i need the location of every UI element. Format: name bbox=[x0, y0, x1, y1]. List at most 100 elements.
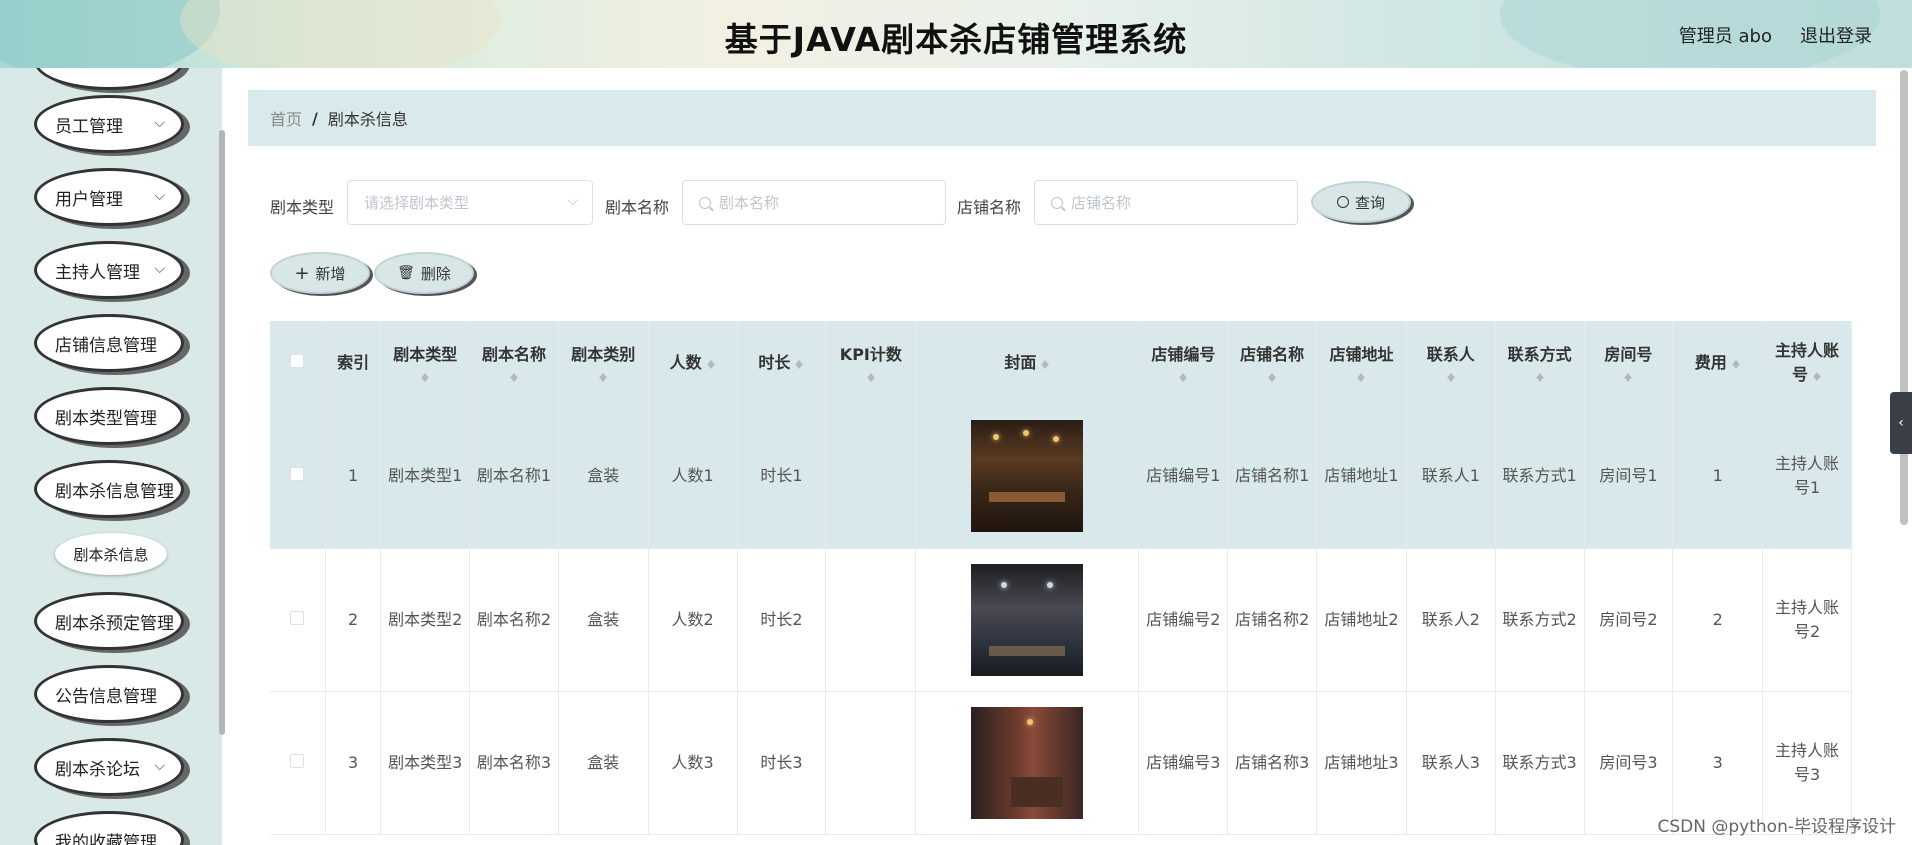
sidebar-item-label: 员工管理 bbox=[55, 116, 123, 137]
sidebar-item-favorites[interactable]: 我的收藏管理 bbox=[34, 811, 184, 845]
query-button[interactable]: 查询 bbox=[1311, 181, 1411, 223]
cell-contact: 联系人3 bbox=[1406, 691, 1496, 834]
sidebar-item-scripts[interactable]: 剧本杀信息管理 bbox=[34, 460, 184, 518]
query-button-label: 查询 bbox=[1354, 193, 1385, 212]
select-all-cell bbox=[270, 321, 326, 405]
cell-shop-name: 店铺名称1 bbox=[1227, 405, 1318, 548]
lamp-decoration bbox=[1047, 581, 1054, 588]
sort-icon[interactable] bbox=[1040, 356, 1050, 370]
sidebar-subitem-script-info[interactable]: 剧本杀信息 bbox=[55, 533, 167, 575]
col-duration[interactable]: 时长 bbox=[737, 321, 827, 405]
cell-index: 3 bbox=[325, 691, 382, 834]
script-name-input[interactable]: 剧本名称 bbox=[682, 180, 946, 225]
cell-contact: 联系人1 bbox=[1406, 405, 1496, 548]
col-host[interactable]: 主持人账号 bbox=[1762, 321, 1852, 405]
sort-icon[interactable] bbox=[598, 369, 608, 383]
sidebar-item-label: 剧本杀信息管理 bbox=[55, 481, 174, 502]
chevron-left-icon: ‹ bbox=[1898, 415, 1904, 431]
cover-image[interactable] bbox=[971, 563, 1084, 676]
cell-people: 人数1 bbox=[648, 405, 738, 548]
chevron-down-icon: ⌵ bbox=[154, 115, 165, 131]
lamp-decoration bbox=[1053, 436, 1060, 443]
sort-icon[interactable] bbox=[420, 369, 430, 383]
sort-icon[interactable] bbox=[1356, 369, 1366, 383]
sidebar: 员工管理 ⌵ 用户管理 ⌵ 主持人管理 ⌵ 店铺信息管理 剧本类型管理 剧本杀信… bbox=[0, 68, 222, 845]
col-kpi[interactable]: KPI计数 bbox=[825, 321, 917, 405]
col-script-name[interactable]: 剧本名称 bbox=[469, 321, 559, 405]
app-header: 基于JAVA剧本杀店铺管理系统 管理员 abo 退出登录 bbox=[0, 0, 1912, 68]
col-shop-addr[interactable]: 店铺地址 bbox=[1316, 321, 1407, 405]
sort-icon[interactable] bbox=[1446, 369, 1456, 383]
col-shop-no[interactable]: 店铺编号 bbox=[1138, 321, 1229, 405]
row-select-cell bbox=[270, 691, 326, 834]
table-row[interactable]: 3 剧本类型3 剧本名称3 盒装 人数3 时长3 店铺编号3 店铺名称3 店铺地… bbox=[270, 691, 1852, 834]
lamp-decoration bbox=[1027, 718, 1034, 725]
script-type-select[interactable]: 请选择剧本类型 ⌵ bbox=[347, 180, 593, 225]
row-checkbox[interactable] bbox=[290, 610, 305, 625]
col-contact[interactable]: 联系人 bbox=[1406, 321, 1496, 405]
row-checkbox[interactable] bbox=[290, 467, 305, 482]
col-script-type[interactable]: 剧本类型 bbox=[380, 321, 471, 405]
row-checkbox[interactable] bbox=[290, 753, 305, 768]
sort-icon[interactable] bbox=[866, 369, 876, 383]
sort-icon[interactable] bbox=[1623, 369, 1633, 383]
sidebar-item-top-partial[interactable] bbox=[34, 68, 184, 90]
cell-shop-no: 店铺编号3 bbox=[1138, 691, 1229, 834]
search-icon bbox=[699, 196, 711, 209]
col-phone[interactable]: 联系方式 bbox=[1495, 321, 1585, 405]
sidebar-item-script-types[interactable]: 剧本类型管理 bbox=[34, 387, 184, 445]
select-all-checkbox[interactable] bbox=[290, 354, 305, 368]
sort-icon[interactable] bbox=[1812, 368, 1822, 382]
col-label: 费用 bbox=[1694, 353, 1727, 372]
col-shop-name[interactable]: 店铺名称 bbox=[1227, 321, 1318, 405]
delete-button[interactable]: 🗑 删除 bbox=[374, 252, 474, 294]
breadcrumb-home[interactable]: 首页 bbox=[270, 106, 302, 130]
cell-type: 剧本类型3 bbox=[380, 691, 471, 834]
sort-icon[interactable] bbox=[509, 369, 519, 383]
script-type-placeholder: 请选择剧本类型 bbox=[364, 194, 470, 212]
collapse-panel-toggle[interactable]: ‹ bbox=[1890, 392, 1912, 454]
sidebar-scrollbar[interactable] bbox=[219, 130, 225, 735]
sidebar-item-users[interactable]: 用户管理 ⌵ bbox=[34, 168, 184, 226]
breadcrumb-current: 剧本杀信息 bbox=[327, 110, 408, 129]
sidebar-item-forum[interactable]: 剧本杀论坛 ⌵ bbox=[34, 738, 184, 796]
sidebar-item-shops[interactable]: 店铺信息管理 bbox=[34, 314, 184, 372]
sidebar-item-staff[interactable]: 员工管理 ⌵ bbox=[34, 95, 184, 153]
col-script-category[interactable]: 剧本类别 bbox=[558, 321, 649, 405]
cell-index: 2 bbox=[325, 548, 382, 691]
cell-shop-name: 店铺名称2 bbox=[1227, 548, 1318, 691]
sidebar-item-bookings[interactable]: 剧本杀预定管理 bbox=[34, 592, 184, 650]
sort-icon[interactable] bbox=[706, 356, 716, 370]
cell-shop-name: 店铺名称3 bbox=[1227, 691, 1318, 834]
col-index: 索引 bbox=[325, 321, 382, 405]
cell-kpi bbox=[825, 405, 917, 548]
sidebar-item-notices[interactable]: 公告信息管理 bbox=[34, 665, 184, 723]
breadcrumb: 首页 / 剧本杀信息 bbox=[248, 90, 1876, 146]
col-cover[interactable]: 封面 bbox=[915, 321, 1140, 405]
cover-image[interactable] bbox=[971, 420, 1084, 533]
sort-icon[interactable] bbox=[1535, 369, 1545, 383]
logout-link[interactable]: 退出登录 bbox=[1800, 22, 1872, 48]
row-select-cell bbox=[270, 405, 326, 548]
cell-fee: 1 bbox=[1672, 405, 1764, 548]
table-row[interactable]: 1 剧本类型1 剧本名称1 盒装 人数1 时长1 店铺编号1 店铺名称1 店铺地… bbox=[270, 405, 1852, 548]
shop-name-input[interactable]: 店铺名称 bbox=[1034, 180, 1298, 225]
cell-shop-no: 店铺编号2 bbox=[1138, 548, 1229, 691]
col-label: 剧本类别 bbox=[571, 345, 636, 364]
col-room[interactable]: 房间号 bbox=[1584, 321, 1674, 405]
script-name-placeholder: 剧本名称 bbox=[719, 194, 780, 212]
sidebar-item-hosts[interactable]: 主持人管理 ⌵ bbox=[34, 241, 184, 299]
col-fee[interactable]: 费用 bbox=[1672, 321, 1764, 405]
add-button[interactable]: + 新增 bbox=[270, 252, 370, 294]
page-scrollbar[interactable] bbox=[1900, 70, 1908, 525]
col-label: 店铺名称 bbox=[1240, 345, 1305, 364]
table-row[interactable]: 2 剧本类型2 剧本名称2 盒装 人数2 时长2 店铺编号2 店铺名称2 店铺地… bbox=[270, 548, 1852, 691]
cell-people: 人数2 bbox=[648, 548, 738, 691]
sort-icon[interactable] bbox=[794, 356, 804, 370]
sort-icon[interactable] bbox=[1267, 369, 1277, 383]
sort-icon[interactable] bbox=[1178, 369, 1188, 383]
cell-duration: 时长3 bbox=[737, 691, 827, 834]
sort-icon[interactable] bbox=[1731, 356, 1741, 370]
cover-image[interactable] bbox=[971, 706, 1084, 819]
col-people[interactable]: 人数 bbox=[648, 321, 738, 405]
